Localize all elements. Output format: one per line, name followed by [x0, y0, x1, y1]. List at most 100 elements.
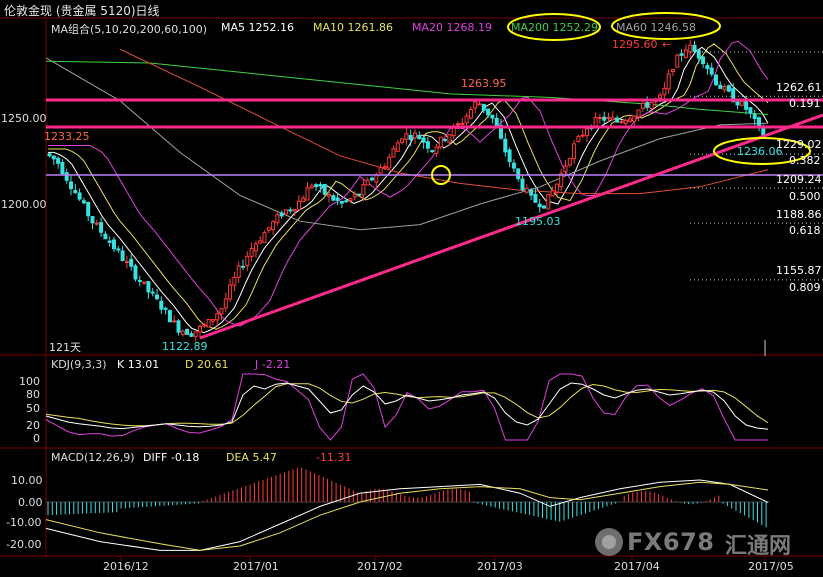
candle-body [671, 69, 675, 73]
macd-legend-label: MACD(12,26,9) [51, 451, 135, 464]
candle-body [352, 194, 357, 198]
candle-body [675, 54, 680, 68]
candle-body [520, 178, 525, 191]
candle-body [456, 123, 460, 126]
candle-body [400, 138, 405, 143]
candle-body [473, 101, 478, 109]
candle-body [705, 65, 710, 69]
kdj-layer [45, 373, 769, 441]
candle-body [374, 174, 379, 183]
candle-body [391, 148, 396, 158]
candle-body [370, 177, 374, 181]
kdj-tick: 20 [26, 419, 40, 432]
candle-body [262, 232, 267, 243]
candle-body [718, 84, 723, 89]
candle-body [563, 165, 568, 172]
candle-body [159, 300, 164, 310]
candle-body [714, 74, 718, 86]
candle-body [176, 320, 181, 333]
candle-body [524, 187, 529, 193]
candle-body [232, 276, 237, 286]
fib-ratio-label: 0.618 [789, 224, 821, 237]
candle-body [223, 298, 228, 309]
candlestick-layer [47, 39, 766, 342]
candle-body [722, 86, 727, 91]
candle-body [726, 85, 731, 92]
chart-canvas [0, 12, 823, 561]
ma-legend-label: MA组合(5,10,20,200,60,100) [51, 23, 208, 36]
kdj-d-legend: D 20.61 [185, 358, 229, 371]
candle-body [253, 243, 258, 252]
candle-body [241, 265, 245, 268]
candle-body [554, 183, 559, 193]
candle-body [550, 190, 555, 197]
candle-body [69, 181, 73, 190]
candle-body [60, 162, 65, 175]
candle-body [610, 117, 615, 121]
candle-body [344, 200, 349, 203]
candle-body [408, 134, 413, 140]
candle-body [228, 284, 233, 300]
candle-body [142, 281, 147, 284]
candle-body [640, 102, 645, 109]
candle-body [77, 192, 82, 200]
candle-body [443, 138, 448, 141]
candle-body [133, 265, 138, 280]
overlay-lines-layer [46, 51, 823, 356]
candle-body [322, 184, 327, 195]
low-label: 1122.89 [162, 340, 208, 353]
x-tick-label: 2017/02 [357, 560, 403, 573]
candle-body [542, 205, 546, 209]
macd-diff-legend: DIFF -0.18 [143, 451, 200, 464]
ma5-line [48, 46, 769, 334]
candle-body [507, 149, 512, 163]
candle-body [430, 150, 435, 153]
ma5-legend: MA5 1252.16 [221, 21, 294, 34]
candle-body [365, 179, 370, 186]
candle-body [279, 212, 284, 217]
candle-body [185, 329, 190, 335]
candle-body [193, 331, 198, 337]
candle-body [683, 49, 688, 58]
candle-body [537, 203, 542, 208]
macd-tick: 0.00 [18, 496, 43, 509]
candle-body [99, 222, 104, 233]
x-tick-label: 2017/01 [233, 560, 279, 573]
candle-body [51, 155, 56, 160]
ma10-legend: MA10 1261.86 [313, 21, 393, 34]
y-tick-label: 1200.00 [1, 198, 47, 211]
candle-body [645, 102, 650, 108]
days-label: 121天 [49, 341, 81, 354]
ma60-legend: MA60 1246.58 [616, 21, 696, 34]
watermark-text: FX678 [627, 528, 715, 556]
x-tick-label: 2017/05 [748, 560, 794, 573]
candle-body [120, 250, 125, 262]
candle-body [215, 313, 220, 321]
candle-body [245, 255, 250, 267]
fib-price-label: 1188.86 [776, 208, 822, 221]
candle-body [468, 108, 473, 119]
macd-tick: -10.00 [6, 516, 42, 529]
candle-body [619, 121, 624, 124]
candle-body [425, 141, 430, 149]
kdj-d-line [45, 383, 769, 427]
candle-body [163, 307, 168, 310]
candle-body [73, 190, 78, 194]
candle-body [511, 162, 516, 169]
candle-body [94, 222, 99, 225]
candle-body [348, 198, 353, 201]
candle-body [361, 184, 366, 196]
macd-dea-legend: DEA 5.47 [226, 451, 277, 464]
ma20-line [48, 40, 769, 327]
candle-body [709, 67, 714, 75]
candle-body [327, 194, 331, 197]
candle-body [481, 103, 486, 111]
fib-ratio-label: 0.382 [789, 154, 821, 167]
candle-body [382, 166, 387, 169]
candle-body [696, 49, 701, 59]
kdj-tick: 50 [26, 402, 40, 415]
candle-body [688, 44, 693, 53]
candle-body [124, 261, 129, 264]
candle-body [189, 333, 194, 337]
candle-body [112, 239, 116, 250]
